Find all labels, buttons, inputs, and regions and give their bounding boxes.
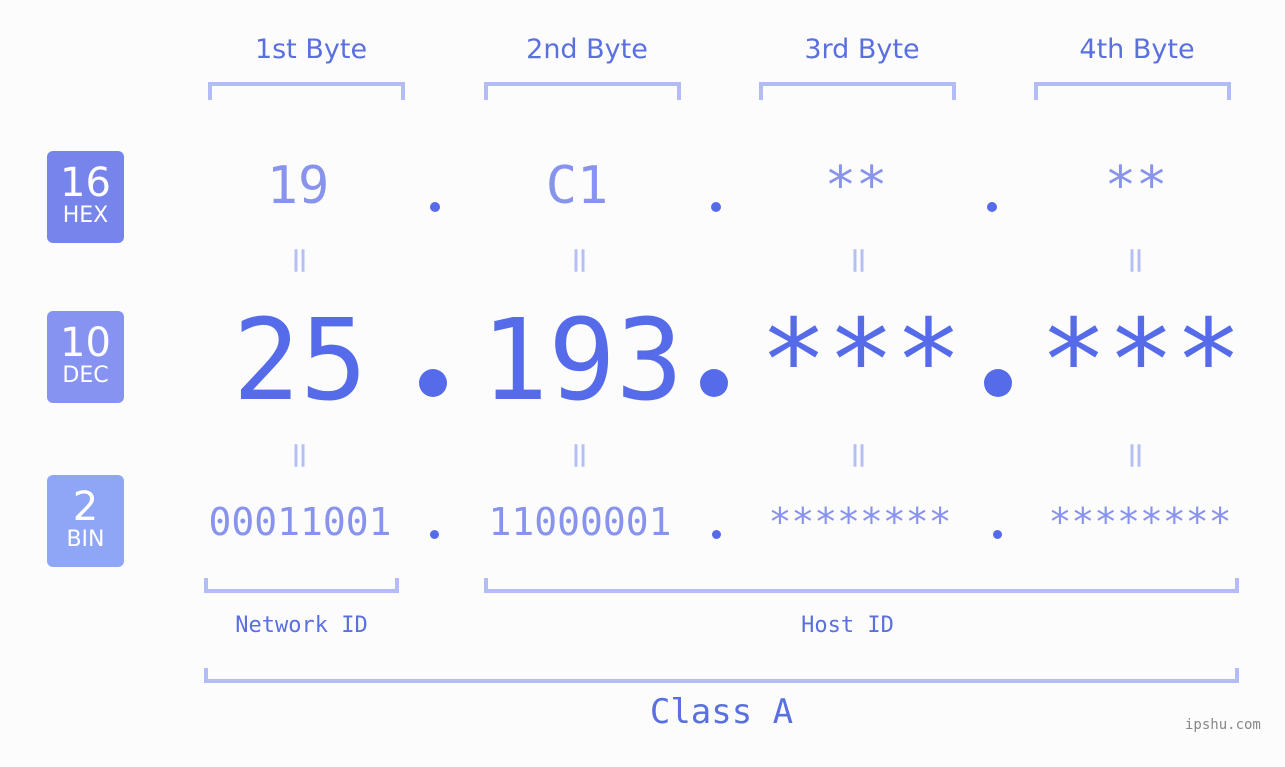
host-id-label: Host ID — [801, 613, 894, 638]
dec-dot-1 — [419, 369, 447, 397]
hex-byte-2: C1 — [545, 156, 609, 216]
dec-dot-2 — [700, 369, 728, 397]
bin-dot-3 — [993, 530, 1002, 539]
header-byte-2: 2nd Byte — [526, 34, 648, 65]
hex-byte-1: 19 — [266, 156, 330, 216]
dec-badge-number: 10 — [60, 320, 111, 366]
header-byte-1: 1st Byte — [254, 34, 368, 65]
class-bracket — [204, 668, 1239, 683]
bracket-byte-4 — [1034, 82, 1231, 100]
bin-byte-1: 00011001 — [208, 500, 392, 544]
dec-byte-2: 193 — [480, 296, 684, 426]
bracket-byte-2 — [484, 82, 681, 100]
bin-byte-4: ******** — [1048, 500, 1232, 544]
hex-dot-2 — [711, 202, 721, 212]
header-byte-3: 3rd Byte — [804, 34, 920, 65]
bin-dot-1 — [430, 530, 439, 539]
dec-badge-label: DEC — [62, 363, 109, 388]
hex-badge-number: 16 — [60, 160, 111, 206]
dec-dot-3 — [984, 369, 1012, 397]
equals-sign: = — [1115, 245, 1157, 276]
header-byte-4: 4th Byte — [1079, 34, 1195, 65]
network-id-label: Network ID — [235, 613, 368, 638]
equals-sign: = — [279, 440, 321, 471]
dec-byte-4: *** — [1039, 296, 1243, 426]
hex-badge-label: HEX — [62, 203, 109, 228]
bin-badge-label: BIN — [66, 527, 105, 552]
equals-sign: = — [279, 245, 321, 276]
class-label: Class A — [649, 692, 794, 732]
equals-sign: = — [559, 245, 601, 276]
hex-byte-4: ** — [1104, 156, 1168, 216]
hex-badge: 16 HEX — [47, 151, 124, 243]
hex-dot-3 — [987, 202, 997, 212]
bracket-byte-3 — [759, 82, 956, 100]
equals-sign: = — [1115, 440, 1157, 471]
bin-byte-3: ******** — [768, 500, 952, 544]
host-id-bracket — [484, 578, 1239, 593]
equals-sign: = — [559, 440, 601, 471]
watermark: ipshu.com — [1185, 717, 1261, 733]
bin-badge: 2 BIN — [47, 475, 124, 567]
bin-badge-number: 2 — [72, 484, 99, 530]
bin-byte-2: 11000001 — [488, 500, 672, 544]
dec-byte-3: *** — [759, 296, 963, 426]
equals-sign: = — [838, 245, 880, 276]
hex-byte-3: ** — [824, 156, 888, 216]
bracket-byte-1 — [208, 82, 405, 100]
network-id-bracket — [204, 578, 399, 593]
hex-dot-1 — [430, 202, 440, 212]
bin-dot-2 — [712, 530, 721, 539]
dec-badge: 10 DEC — [47, 311, 124, 403]
equals-sign: = — [838, 440, 880, 471]
dec-byte-1: 25 — [232, 296, 368, 426]
